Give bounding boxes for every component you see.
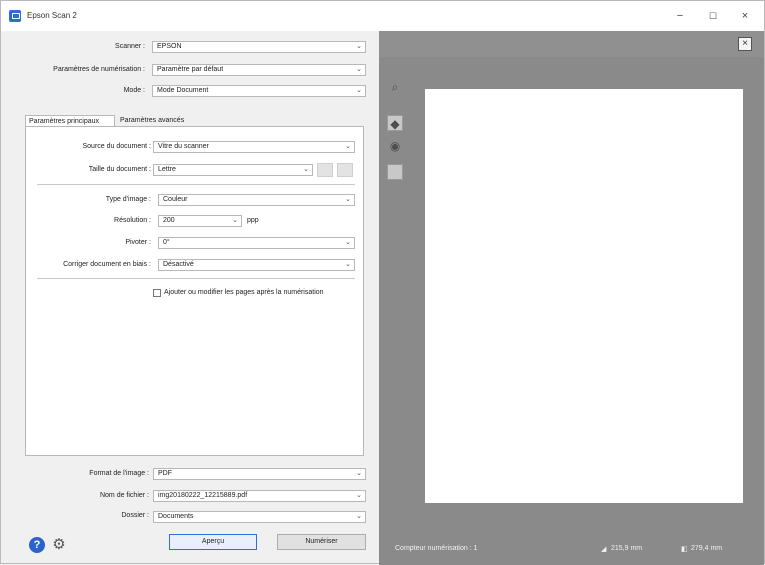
resolution-value: 200 xyxy=(163,217,175,224)
document-size-value: Lettre xyxy=(158,166,176,173)
image-type-label: Type d'image : xyxy=(105,196,151,203)
chevron-down-icon: ⌄ xyxy=(356,513,362,520)
title-bar: Epson Scan 2 − ☐ × xyxy=(1,1,764,31)
mode-label: Mode : xyxy=(123,87,145,94)
deskew-select[interactable]: Désactivé ⌄ xyxy=(158,259,355,271)
maximize-button[interactable]: ☐ xyxy=(702,8,724,24)
rotate-select[interactable]: 0° ⌄ xyxy=(158,237,355,249)
chevron-down-icon: ⌄ xyxy=(356,87,362,94)
divider xyxy=(37,278,355,279)
add-edit-pages-label: Ajouter ou modifier les pages après la n… xyxy=(164,289,324,296)
clear-selection-icon[interactable] xyxy=(387,164,403,180)
magnifier-icon[interactable]: ⌕ xyxy=(387,79,403,95)
close-button[interactable]: × xyxy=(734,8,756,24)
document-size-settings-button[interactable] xyxy=(317,163,333,177)
document-size-select[interactable]: Lettre ⌄ xyxy=(153,164,313,176)
document-size-rotate-button[interactable] xyxy=(337,163,353,177)
image-format-value: PDF xyxy=(158,470,172,477)
chevron-down-icon: ⌄ xyxy=(356,492,362,499)
marquee-tool-icon[interactable]: ◆ xyxy=(387,115,403,131)
window-title: Epson Scan 2 xyxy=(27,11,77,20)
height-value: 279,4 mm xyxy=(691,545,723,552)
epson-scan-app-icon xyxy=(9,10,21,22)
folder-label: Dossier : xyxy=(121,512,149,519)
status-bar: Compteur numérisation : 1 ◢ 215,9 mm ◧ 2… xyxy=(379,535,764,565)
divider xyxy=(37,184,355,185)
chevron-down-icon: ⌄ xyxy=(356,470,362,477)
resolution-select[interactable]: 200 ⌄ xyxy=(158,215,242,227)
settings-panel: Scanner : EPSON ⌄ Paramètres de numérisa… xyxy=(1,31,379,565)
document-source-select[interactable]: Vitre du scanner ⌄ xyxy=(153,141,355,153)
image-type-value: Couleur xyxy=(163,196,188,203)
chevron-down-icon: ⌄ xyxy=(356,66,362,73)
minimize-button[interactable]: − xyxy=(669,8,691,24)
deskew-label: Corriger document en biais : xyxy=(63,261,151,268)
close-icon[interactable]: × xyxy=(738,37,752,51)
chevron-down-icon: ⌄ xyxy=(356,43,362,50)
preview-button[interactable]: Aperçu xyxy=(169,534,257,550)
folder-select[interactable]: Documents ⌄ xyxy=(153,511,366,523)
scan-settings-value: Paramètre par défaut xyxy=(157,66,224,73)
rotate-label: Pivoter : xyxy=(125,239,151,246)
mode-value: Mode Document xyxy=(157,87,209,94)
epson-scan-window: Epson Scan 2 − ☐ × Scanner : EPSON ⌄ Par… xyxy=(0,0,765,565)
rotate-value: 0° xyxy=(163,239,170,246)
file-name-select[interactable]: img20180222_12215889.pdf ⌄ xyxy=(153,490,366,502)
scanner-value: EPSON xyxy=(157,43,182,50)
width-value: 215,9 mm xyxy=(611,545,643,552)
resolution-unit: ppp xyxy=(247,217,259,224)
image-format-label: Format de l'image : xyxy=(89,470,149,477)
scan-settings-label: Paramètres de numérisation : xyxy=(53,66,145,73)
file-name-label: Nom de fichier : xyxy=(99,492,149,499)
scan-settings-select[interactable]: Paramètre par défaut ⌄ xyxy=(152,64,366,76)
image-type-select[interactable]: Couleur ⌄ xyxy=(158,194,355,206)
height-icon: ◧ xyxy=(681,546,688,553)
width-icon: ◢ xyxy=(601,546,607,553)
chevron-down-icon: ⌄ xyxy=(345,196,351,203)
preview-paper[interactable] xyxy=(425,89,743,503)
gear-icon[interactable]: ⚙ xyxy=(51,537,67,553)
scan-counter: Compteur numérisation : 1 xyxy=(395,545,478,552)
scanner-label: Scanner : xyxy=(115,43,145,50)
scanner-select[interactable]: EPSON ⌄ xyxy=(152,41,366,53)
scan-button[interactable]: Numériser xyxy=(277,534,366,550)
preview-top-bar xyxy=(379,31,764,57)
target-tool-icon[interactable]: ◉ xyxy=(387,138,403,154)
chevron-down-icon: ⌄ xyxy=(345,261,351,268)
document-source-value: Vitre du scanner xyxy=(158,143,209,150)
resolution-label: Résolution : xyxy=(114,217,151,224)
mode-select[interactable]: Mode Document ⌄ xyxy=(152,85,366,97)
chevron-down-icon: ⌄ xyxy=(232,217,238,224)
chevron-down-icon: ⌄ xyxy=(345,239,351,246)
chevron-down-icon: ⌄ xyxy=(345,143,351,150)
file-name-value: img20180222_12215889.pdf xyxy=(158,492,248,499)
preview-panel: × ⌕ ◆ ◉ Compteur numérisation : 1 ◢ 215,… xyxy=(379,31,764,565)
help-icon[interactable]: ? xyxy=(29,537,45,553)
folder-value: Documents xyxy=(158,513,194,520)
deskew-value: Désactivé xyxy=(163,261,194,268)
image-format-select[interactable]: PDF ⌄ xyxy=(153,468,366,480)
document-size-label: Taille du document : xyxy=(88,166,151,173)
document-source-label: Source du document : xyxy=(82,143,152,150)
add-edit-pages-checkbox[interactable] xyxy=(153,289,161,297)
chevron-down-icon: ⌄ xyxy=(303,166,309,173)
